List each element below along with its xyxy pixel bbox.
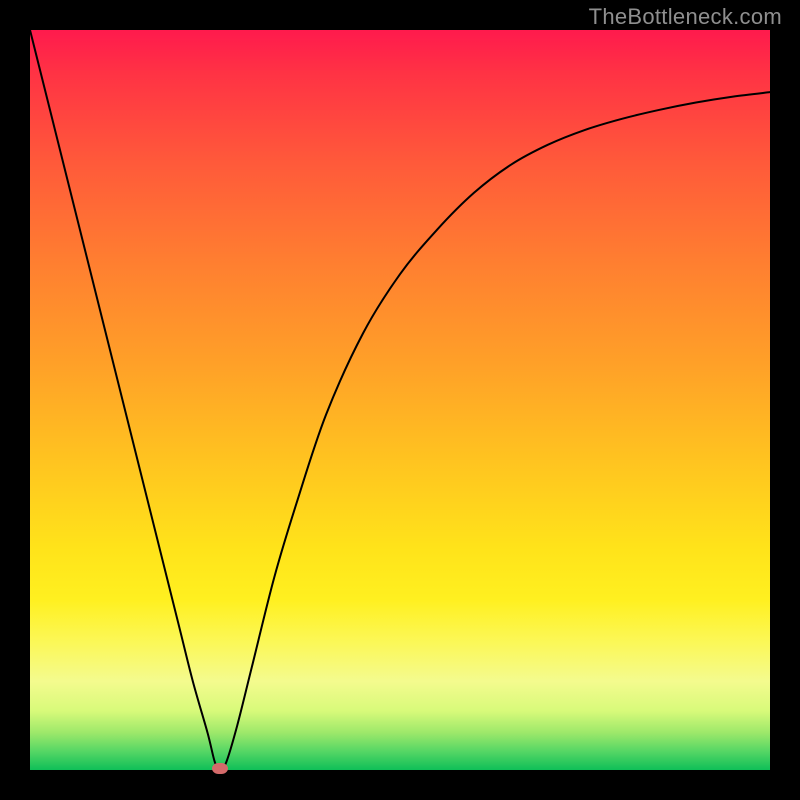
chart-frame: TheBottleneck.com bbox=[0, 0, 800, 800]
minimum-marker bbox=[212, 763, 228, 774]
plot-gradient-background bbox=[30, 30, 770, 770]
watermark-text: TheBottleneck.com bbox=[589, 4, 782, 30]
